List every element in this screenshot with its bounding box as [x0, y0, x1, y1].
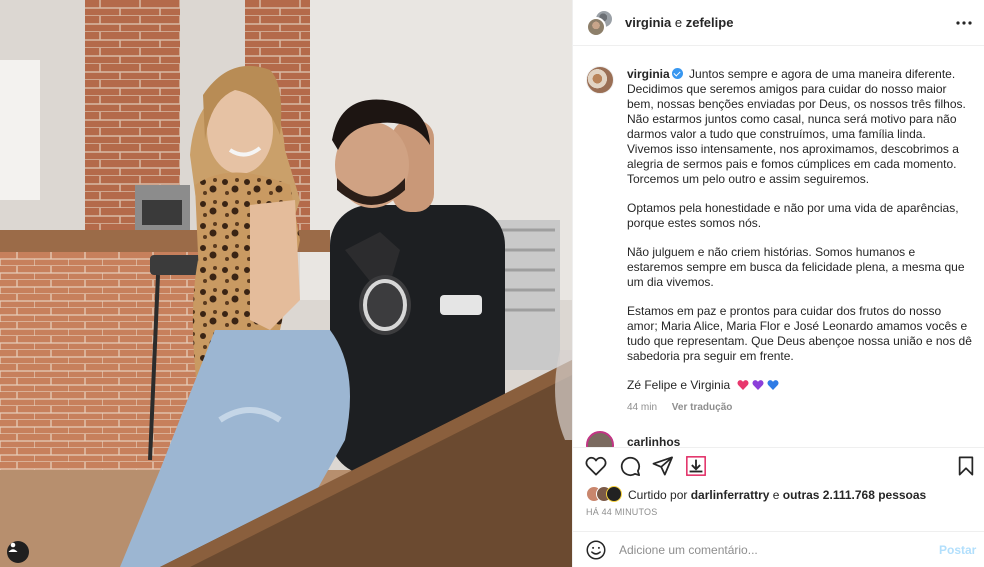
caption-meta: 44 min Ver tradução — [627, 402, 732, 413]
post-comment-button[interactable]: Postar — [939, 543, 976, 557]
like-heart-icon[interactable] — [584, 454, 608, 478]
liker-avatar — [606, 486, 622, 502]
caption-paragraph-3: Não julguem e não criem histórias. Somos… — [627, 245, 965, 289]
comment-item: carlinhos — [586, 431, 976, 447]
caption-paragraph-4: Estamos em paz e prontos para cuidar dos… — [627, 304, 972, 363]
caption-username[interactable]: virginia — [627, 67, 670, 81]
likes-others-link[interactable]: outras 2.111.768 pessoas — [783, 488, 926, 502]
post-caption: virginia Juntos sempre e agora de uma ma… — [627, 67, 972, 393]
post-timestamp[interactable]: HÁ 44 MINUTOS — [586, 507, 657, 517]
author-link-zefelipe[interactable]: zefelipe — [686, 15, 734, 30]
likes-prefix: Curtido por — [628, 488, 688, 502]
comment-avatar[interactable] — [586, 431, 614, 447]
comments-section[interactable]: virginia Juntos sempre e agora de uma ma… — [573, 47, 984, 447]
likes-conj: e — [772, 488, 780, 502]
likes-text: Curtido por darlinferrattry e outras 2.1… — [628, 488, 926, 502]
post-photo-image — [0, 0, 572, 567]
comment-username[interactable]: carlinhos — [627, 435, 680, 447]
caption-signature: Zé Felipe e Virginia — [627, 378, 731, 392]
author-conjunction: e — [674, 15, 683, 30]
comment-input[interactable] — [619, 540, 919, 560]
caption-paragraph-1: Juntos sempre e agora de uma maneira dif… — [627, 67, 966, 186]
likes-summary: Curtido por darlinferrattry e outras 2.1… — [586, 486, 976, 504]
post-header: virginia e zefelipe — [573, 0, 984, 46]
see-translation-link[interactable]: Ver tradução — [672, 402, 733, 413]
collab-avatars[interactable] — [586, 9, 614, 37]
likes-user-link[interactable]: darlinferrattry — [691, 488, 770, 502]
caption-time: 44 min — [627, 402, 658, 413]
verified-badge-icon — [671, 68, 683, 79]
post-details-panel: virginia e zefelipe virginia Juntos semp… — [572, 0, 984, 567]
caption-paragraph-2: Optamos pela honestidade e não por uma v… — [627, 201, 959, 230]
blue-heart-icon — [766, 380, 779, 390]
post-photo[interactable] — [0, 0, 572, 567]
save-bookmark-icon[interactable] — [954, 454, 978, 478]
add-comment-bar: Postar — [573, 531, 984, 567]
liker-avatars — [586, 486, 626, 502]
author-link-virginia[interactable]: virginia — [625, 15, 671, 30]
comment-bubble-icon[interactable] — [618, 454, 642, 478]
caption-avatar[interactable] — [586, 66, 614, 94]
more-options-icon[interactable] — [953, 13, 975, 33]
share-send-icon[interactable] — [651, 454, 675, 478]
purple-heart-icon — [751, 380, 764, 390]
post-authors: virginia e zefelipe — [625, 15, 733, 30]
emoji-smiley-icon[interactable] — [586, 540, 606, 560]
avatar-virginia[interactable] — [586, 17, 606, 37]
download-icon[interactable] — [684, 454, 708, 478]
user-tag-icon[interactable] — [7, 541, 29, 563]
pink-heart-icon — [736, 380, 749, 390]
post-actions-bar — [573, 447, 984, 483]
